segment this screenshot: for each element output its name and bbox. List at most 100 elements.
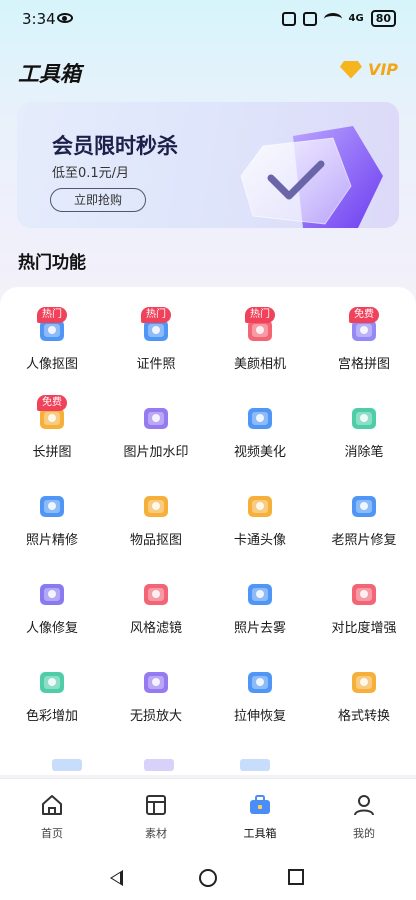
tool-label: 无损放大 xyxy=(129,709,182,724)
tool-label: 物品抠图 xyxy=(129,533,182,548)
tool-label: 拉伸恢复 xyxy=(233,709,286,724)
tool-item[interactable]: 热门 美颜相机 xyxy=(208,301,312,385)
tool-item[interactable]: 图片加水印 xyxy=(104,389,208,473)
status-bar: 3:34 4G 80 xyxy=(0,0,416,40)
tool-label: 老照片修复 xyxy=(331,533,397,548)
system-nav-bar xyxy=(0,842,416,900)
tool-badge: 热门 xyxy=(245,307,275,323)
tool-badge: 免费 xyxy=(37,395,67,411)
tool-item[interactable]: 热门 人像抠图 xyxy=(0,301,104,385)
tool-item[interactable]: 格式转换 xyxy=(312,653,416,737)
tools-card: 热门 人像抠图 热门 证件照 热门 美颜相机 免费 宫格拼图 免费 长拼图 图片加水印 视频美化 消除笔… xyxy=(0,287,416,775)
tab-label: 素材 xyxy=(145,827,167,840)
object-cutout-icon xyxy=(141,491,171,521)
tab-label: 工具箱 xyxy=(243,827,277,840)
contrast-icon xyxy=(349,579,379,609)
bottom-tab-bar: 首页 素材 工具箱 我的 xyxy=(0,778,416,842)
tool-label: 卡通头像 xyxy=(233,533,286,548)
status-time: 3:34 xyxy=(22,10,56,28)
tool-label: 消除笔 xyxy=(344,445,384,460)
tab-profile[interactable]: 我的 xyxy=(312,779,416,843)
vip-button[interactable]: VIP xyxy=(339,60,398,79)
tab-material[interactable]: 素材 xyxy=(104,779,208,843)
section-title: 热门功能 xyxy=(18,253,86,273)
promo-banner[interactable]: 会员限时秒杀 低至0.1元/月 立即抢购 xyxy=(17,102,399,228)
tab-label: 我的 xyxy=(353,827,375,840)
tool-item[interactable]: 色彩增加 xyxy=(0,653,104,737)
banner-subtitle: 低至0.1元/月 xyxy=(52,166,130,181)
tool-label: 长拼图 xyxy=(32,445,72,460)
old-photo-repair-icon xyxy=(349,491,379,521)
tool-label: 证件照 xyxy=(136,357,176,372)
tool-item[interactable]: 免费 长拼图 xyxy=(0,389,104,473)
tool-label: 人像修复 xyxy=(25,621,78,636)
page-title: 工具箱 xyxy=(18,62,81,86)
toolbox-icon xyxy=(248,793,272,817)
tab-toolbox[interactable]: 工具箱 xyxy=(208,779,312,843)
diamond-icon xyxy=(339,60,362,79)
photo-retouch-icon xyxy=(37,491,67,521)
compress-icon xyxy=(240,759,270,771)
video-enhance-icon xyxy=(245,403,275,433)
portrait-repair-icon xyxy=(37,579,67,609)
banner-title: 会员限时秒杀 xyxy=(52,134,178,158)
stretch-restore-icon xyxy=(245,667,275,697)
tool-item[interactable]: 照片精修 xyxy=(0,477,104,561)
style-filter-icon xyxy=(141,579,171,609)
zip-icon xyxy=(52,759,82,771)
status-icons: 4G 80 xyxy=(281,10,396,27)
recents-icon[interactable] xyxy=(288,869,304,885)
tool-item[interactable]: 拉伸恢复 xyxy=(208,653,312,737)
profile-icon xyxy=(352,793,376,817)
bluetooth-battery-icon xyxy=(281,11,296,26)
material-icon xyxy=(144,793,168,817)
cartoon-avatar-icon xyxy=(245,491,275,521)
eye-icon xyxy=(57,13,73,23)
tool-label: 风格滤镜 xyxy=(129,621,182,636)
tool-label: 宫格拼图 xyxy=(337,357,390,372)
page-header: 工具箱 VIP xyxy=(0,48,416,92)
tool-label: 视频美化 xyxy=(233,445,286,460)
back-icon[interactable] xyxy=(110,870,123,886)
tool-item[interactable]: 视频美化 xyxy=(208,389,312,473)
tool-item[interactable]: 卡通头像 xyxy=(208,477,312,561)
tool-item[interactable]: 人像修复 xyxy=(0,565,104,649)
tool-item[interactable]: 物品抠图 xyxy=(104,477,208,561)
tool-item[interactable]: 风格滤镜 xyxy=(104,565,208,649)
tool-item[interactable]: 老照片修复 xyxy=(312,477,416,561)
wifi-icon xyxy=(323,12,342,25)
tool-item[interactable]: 对比度增强 xyxy=(312,565,416,649)
tool-item[interactable]: 消除笔 xyxy=(312,389,416,473)
tool-label: 照片精修 xyxy=(25,533,78,548)
tool-label: 对比度增强 xyxy=(331,621,397,636)
tool-label: 人像抠图 xyxy=(25,357,78,372)
lossless-zoom-icon xyxy=(141,667,171,697)
watermark-icon xyxy=(141,403,171,433)
tool-label: 图片加水印 xyxy=(123,445,189,460)
vibrate-icon xyxy=(302,11,317,26)
check-badge-icon xyxy=(240,126,383,228)
tab-home[interactable]: 首页 xyxy=(0,779,104,843)
expand-icon xyxy=(144,759,174,771)
tool-badge: 热门 xyxy=(141,307,171,323)
battery-level: 80 xyxy=(370,10,396,27)
buy-now-button[interactable]: 立即抢购 xyxy=(50,188,146,212)
tool-label: 色彩增加 xyxy=(25,709,78,724)
tool-item[interactable]: 无损放大 xyxy=(104,653,208,737)
dehaze-icon xyxy=(245,579,275,609)
eraser-pen-icon xyxy=(349,403,379,433)
tool-item[interactable]: 热门 证件照 xyxy=(104,301,208,385)
tool-label: 格式转换 xyxy=(337,709,390,724)
color-boost-icon xyxy=(37,667,67,697)
tool-badge: 免费 xyxy=(349,307,379,323)
home-circle-icon[interactable] xyxy=(199,869,217,887)
vip-label: VIP xyxy=(367,60,398,79)
tool-item[interactable]: 免费 宫格拼图 xyxy=(312,301,416,385)
tool-label: 照片去雾 xyxy=(233,621,286,636)
format-convert-icon xyxy=(349,667,379,697)
home-icon xyxy=(40,793,64,817)
signal-label: 4G xyxy=(348,13,364,24)
tab-label: 首页 xyxy=(41,827,63,840)
more-tools-row-partial xyxy=(0,755,416,775)
tool-item[interactable]: 照片去雾 xyxy=(208,565,312,649)
